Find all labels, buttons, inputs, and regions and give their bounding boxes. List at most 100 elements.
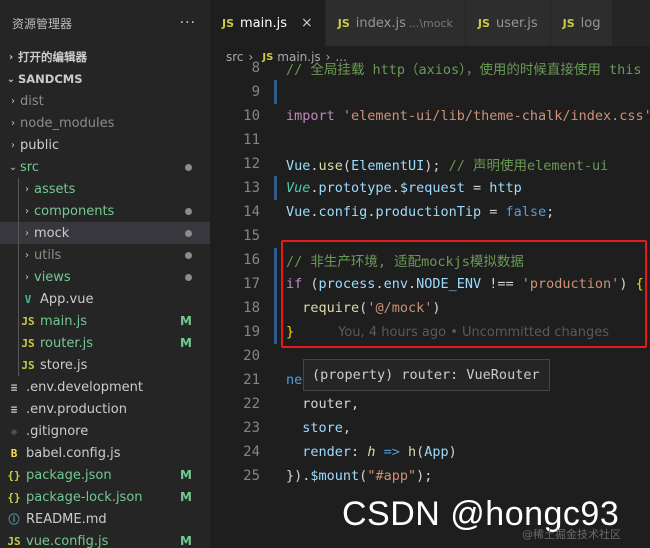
js-file-icon: JS — [222, 16, 235, 30]
chevron-right-icon: › — [25, 271, 29, 283]
chevron-right-icon: › — [11, 95, 15, 107]
chevron-down-icon: ⌄ — [8, 161, 18, 173]
code-line[interactable]: 8 // 全局挂载 http（axios），使用的时候直接使用 this — [210, 56, 650, 80]
tree-item-label: App.vue — [40, 291, 94, 307]
explorer-sidebar: 资源管理器 ··· › 打开的编辑器 ⌄ SANDCMS › dist › node_… — [0, 0, 210, 548]
code-token: prototype — [318, 180, 392, 196]
code-line[interactable]: 24 render: h => h(App) — [210, 440, 650, 464]
code-line[interactable]: 13 Vue.prototype.$request = http — [210, 176, 650, 200]
code-token: import — [286, 108, 343, 124]
code-token: // 全局挂载 http（axios），使用的时候直接使用 this — [286, 62, 642, 78]
line-number: 25 — [243, 468, 260, 484]
folder-item[interactable]: › public — [0, 134, 210, 156]
file-item[interactable]: ≡ .env.development — [0, 376, 210, 398]
folder-item[interactable]: › mock — [0, 222, 210, 244]
highlight-box — [281, 240, 647, 348]
file-tree: › dist › node_modules › public ⌄ src › assets › com… — [0, 90, 210, 548]
code-token: : — [351, 444, 368, 460]
editor-tabs: JS main.js × JS index.js ...\mock JS user.js JS l… — [210, 0, 650, 46]
editor-tab[interactable]: JS main.js × — [210, 0, 326, 46]
folder-item[interactable]: › dist — [0, 90, 210, 112]
indent-guide — [18, 288, 19, 310]
indent-guide — [18, 178, 19, 200]
chevron-right-icon: › — [11, 117, 15, 129]
folder-item[interactable]: › components — [0, 200, 210, 222]
code-token: config — [318, 204, 368, 220]
git-change-dot — [185, 164, 192, 171]
code-token: , — [351, 396, 360, 412]
file-item[interactable]: {} package.json M — [0, 464, 210, 486]
line-number: 8 — [251, 60, 260, 76]
code-token: h — [408, 444, 417, 460]
code-line[interactable]: 11 — [210, 128, 650, 152]
project-section[interactable]: ⌄ SANDCMS — [0, 68, 210, 90]
code-token: ElementUI — [351, 158, 425, 174]
code-token: , — [342, 420, 352, 436]
code-line[interactable]: 14 Vue.config.productionTip = false; — [210, 200, 650, 224]
code-token: $mount — [310, 468, 360, 484]
line-number: 11 — [243, 132, 260, 148]
file-item[interactable]: Bbabel.config.js — [0, 442, 210, 464]
file-item[interactable]: V App.vue — [0, 288, 210, 310]
code-token: ne — [286, 372, 303, 388]
code-text: Vue.config.productionTip = false; — [286, 204, 554, 220]
more-actions-icon[interactable]: ··· — [180, 15, 196, 31]
code-line[interactable]: 23 store, — [210, 416, 650, 440]
file-item[interactable]: JS main.js M — [0, 310, 210, 332]
file-item[interactable]: ⓘ README.md — [0, 508, 210, 530]
folder-item[interactable]: › assets — [0, 178, 210, 200]
code-line[interactable]: 10 import 'element-ui/lib/theme-chalk/ind… — [210, 104, 650, 128]
code-line[interactable]: 9 — [210, 80, 650, 104]
tab-label: user.js — [495, 15, 538, 31]
code-line[interactable]: 22 router, — [210, 392, 650, 416]
git-change-dot — [185, 252, 192, 259]
code-text: // 全局挂载 http（axios），使用的时候直接使用 this — [286, 58, 642, 78]
code-text: render: h => h(App) — [286, 444, 457, 460]
code-token: false — [505, 204, 547, 220]
code-text: }).$mount("#app"); — [286, 468, 432, 484]
tree-item-label: babel.config.js — [26, 445, 121, 461]
file-type-icon: {} — [7, 468, 21, 482]
code-text: import 'element-ui/lib/theme-chalk/index… — [286, 108, 650, 124]
explorer-header: 资源管理器 ··· — [0, 0, 210, 46]
tree-item-label: utils — [34, 247, 62, 263]
file-item[interactable]: JS vue.config.js M — [0, 530, 210, 548]
editor-tab[interactable]: JS index.js ...\mock — [325, 0, 466, 46]
chevron-right-icon: › — [25, 249, 29, 261]
chevron-right-icon: › — [8, 51, 14, 63]
file-item[interactable]: ≡ .env.production — [0, 398, 210, 420]
file-item[interactable]: ◆ .gitignore — [0, 420, 210, 442]
folder-item[interactable]: › utils — [0, 244, 210, 266]
code-token: App — [424, 444, 449, 460]
chevron-right-icon: › — [25, 183, 29, 195]
close-icon[interactable]: × — [301, 15, 313, 31]
git-gutter-mark — [274, 176, 277, 200]
folder-item[interactable]: › views — [0, 266, 210, 288]
explorer-title: 资源管理器 — [12, 16, 73, 31]
git-status-badge: M — [180, 534, 192, 548]
file-type-icon: V — [24, 292, 32, 306]
code-line[interactable]: 12 Vue.use(ElementUI); // 声明使用element-ui — [210, 152, 650, 176]
code-line[interactable]: 25 }).$mount("#app"); — [210, 464, 650, 488]
editor-tab[interactable]: JS user.js — [465, 0, 551, 46]
code-token: use — [318, 158, 343, 174]
file-type-icon: JS — [7, 534, 21, 548]
tree-item-label: .gitignore — [26, 423, 89, 439]
file-item[interactable]: JS store.js — [0, 354, 210, 376]
editor-tab[interactable]: JS log — [550, 0, 614, 46]
file-item[interactable]: JS router.js M — [0, 332, 210, 354]
file-type-icon: ≡ — [10, 402, 18, 416]
file-item[interactable]: {} package-lock.json M — [0, 486, 210, 508]
open-editors-section[interactable]: › 打开的编辑器 — [0, 46, 210, 68]
code-text: router, — [286, 396, 359, 412]
code-token: . — [391, 180, 400, 196]
tree-item-label: components — [34, 203, 115, 219]
file-type-icon: ≡ — [10, 380, 18, 394]
code-token: productionTip — [375, 204, 482, 220]
line-number: 18 — [243, 300, 260, 316]
file-type-icon: ◆ — [10, 424, 18, 438]
folder-item[interactable]: › node_modules — [0, 112, 210, 134]
folder-item[interactable]: ⌄ src — [0, 156, 210, 178]
